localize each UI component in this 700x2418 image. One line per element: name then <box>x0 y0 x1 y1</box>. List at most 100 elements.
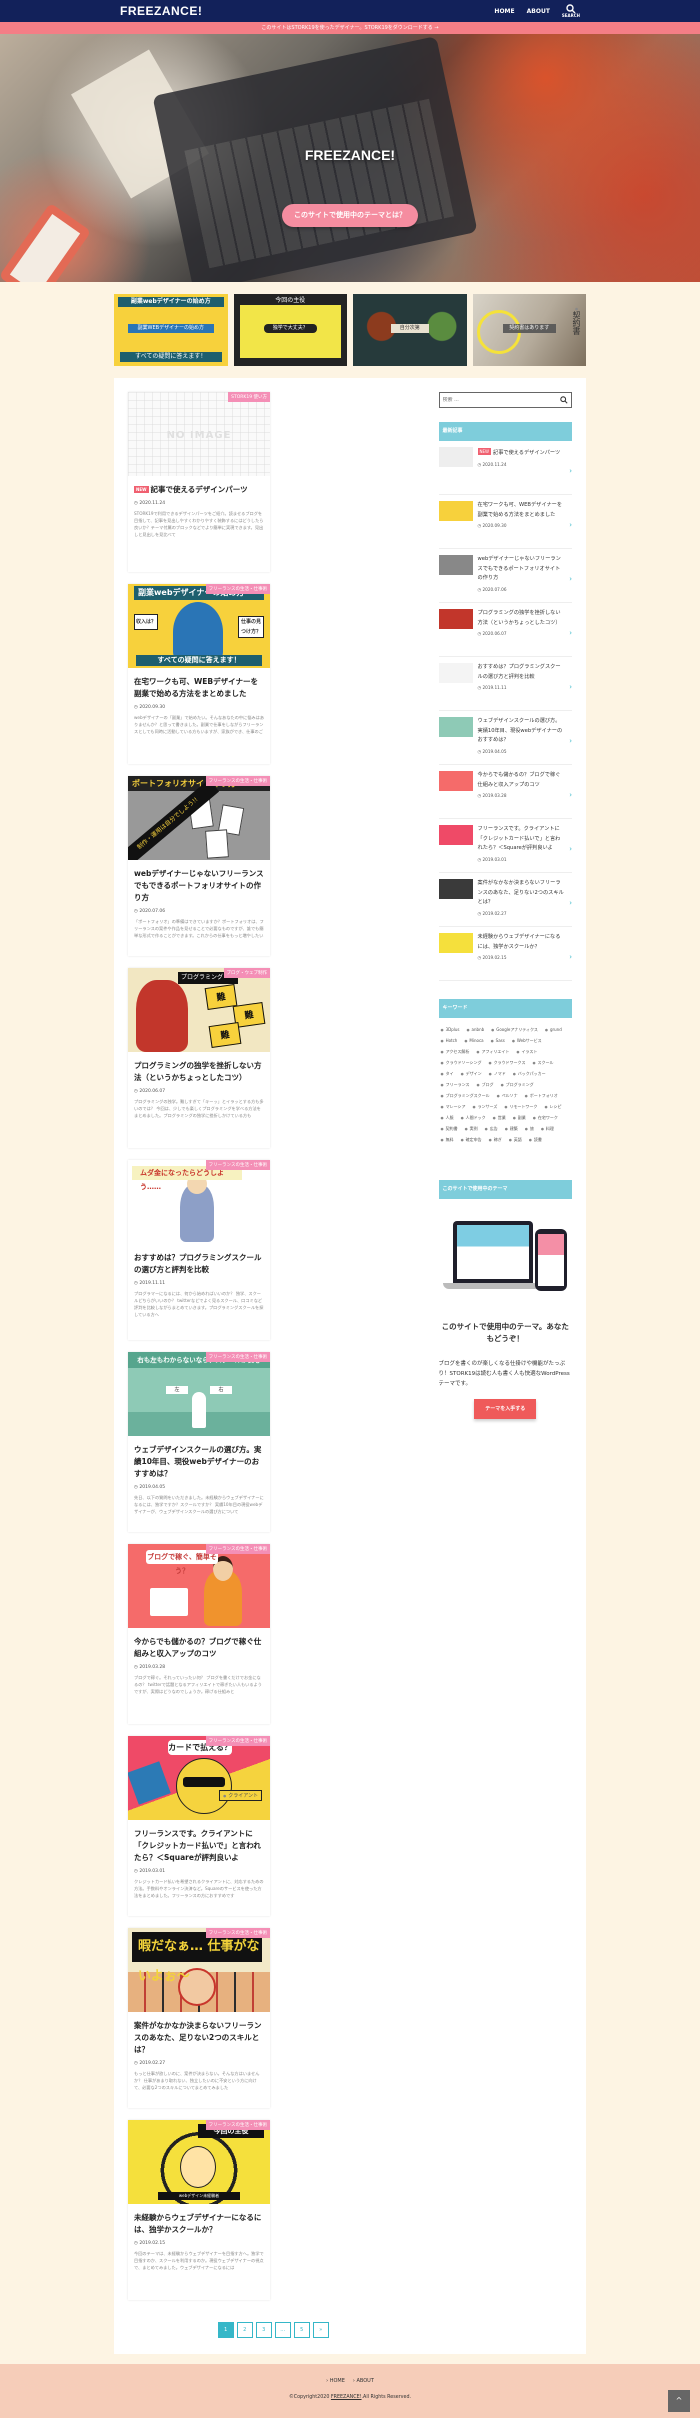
tag-link[interactable]: ポートフォリオ <box>523 1092 560 1100</box>
post-card[interactable]: 副業webデザイナーの始め方 収入は？ 仕事の見つけ方？ すべての疑問に答えます… <box>128 584 270 764</box>
recent-thumbnail <box>438 879 473 899</box>
tag-link[interactable]: タイ <box>439 1070 456 1078</box>
tag-link[interactable]: デザイン <box>459 1070 484 1078</box>
tag-link[interactable]: フリーランス <box>439 1081 472 1089</box>
post-card[interactable]: ムダ金になったらどうしよう…… フリーランスの生活・仕事術 おすすめは？プログラ… <box>128 1160 270 1340</box>
tag-link[interactable]: イラスト <box>514 1048 539 1056</box>
pickup-card[interactable]: 副業webデザイナーの始め方 副業WEBデザイナーの始め方 すべての疑問に答えま… <box>114 294 228 366</box>
tag-link[interactable]: 人脈 <box>439 1114 456 1122</box>
recent-post-item[interactable]: webデザイナーじゃないフリーランスでもできるポートフォリオサイトの作り方 ◷ … <box>438 549 572 603</box>
hero-theme-button[interactable]: このサイトで使用中のテーマとは？ <box>282 204 418 227</box>
tag-link[interactable]: 人間ドック <box>459 1114 488 1122</box>
tag-link[interactable]: 建築 <box>503 1125 520 1133</box>
tag-link[interactable]: アフィリエイト <box>474 1048 511 1056</box>
thumbnail-caption: 右 <box>210 1386 232 1394</box>
post-card[interactable]: カードで払える？ クライアント フリーランスの生活・仕事術 フリーランスです。ク… <box>128 1736 270 1916</box>
search-button[interactable]: SEARCH <box>562 4 580 18</box>
page-next[interactable]: » <box>312 2322 329 2338</box>
get-theme-button[interactable]: テーマを入手する <box>474 1399 537 1419</box>
post-excerpt: ブログで稼ぐ。それっていったい何？ ブログを書くだけでお金になるの？ twitt… <box>134 1675 262 1694</box>
recent-post-item[interactable]: フリーランスです。クライアントに「クレジットカード払いで」と言われたら？＜Squ… <box>438 819 572 873</box>
tag-link[interactable]: ランサーズ <box>471 1103 500 1111</box>
tag-link[interactable]: 3Dplus <box>439 1026 462 1034</box>
tag-link[interactable]: 無料 <box>439 1136 456 1144</box>
post-title: 今からでも儲かるの？ブログで稼ぐ仕組みと収入アップのコツ <box>134 1637 262 1658</box>
tag-link[interactable]: 旅 <box>523 1125 536 1133</box>
recent-post-item[interactable]: 在宅ワークも可、WEBデザイナーを副業で始める方法をまとめました ◷ 2020.… <box>438 495 572 549</box>
nav-about[interactable]: ABOUT <box>527 8 550 15</box>
tag-link[interactable]: 稼ぎ <box>487 1136 504 1144</box>
tag-link[interactable]: ノマド <box>487 1070 508 1078</box>
tag-link[interactable]: 料理 <box>539 1125 556 1133</box>
tag-link[interactable]: 広告 <box>483 1125 500 1133</box>
tag-link[interactable]: スクール <box>530 1059 555 1067</box>
pickup-card[interactable]: 自分次第 <box>353 294 467 366</box>
post-card[interactable]: プログラミング 難 難 難 ブログ・ウェブ制作 プログラミングの独学を挫折しない… <box>128 968 270 1148</box>
post-card[interactable]: 暇だなぁ… 仕事がないよぉ～ フリーランスの生活・仕事術 案件がなかなか決まらな… <box>128 1928 270 2108</box>
recent-post-item[interactable]: NEW 記事で使えるデザインパーツ ◷ 2020.11.24 › <box>438 441 572 495</box>
chevron-right-icon: › <box>569 575 572 583</box>
search-icon[interactable] <box>560 396 568 404</box>
post-card[interactable]: ブログで稼ぐ、簡単そう？ フリーランスの生活・仕事術 今からでも儲かるの？ブログ… <box>128 1544 270 1724</box>
chevron-right-icon: › <box>569 845 572 853</box>
info-bar[interactable]: このサイトはSTORK19を使ったデザイナー。STORK19をダウンロードする … <box>0 22 700 34</box>
sidebar-search <box>438 392 572 408</box>
post-title: ウェブデザインスクールの選び方。実績10年目、現役webデザイナーのおすすめは？ <box>134 1445 262 1478</box>
recent-post-title: webデザイナーじゃないフリーランスでもできるポートフォリオサイトの作り方 <box>477 556 561 581</box>
page-3[interactable]: 3 <box>255 2322 272 2338</box>
tag-link[interactable]: 副業 <box>511 1114 528 1122</box>
tag-link[interactable]: バックパッカー <box>511 1070 548 1078</box>
tag-link[interactable]: クラウドワークス <box>487 1059 528 1067</box>
recent-post-item[interactable]: おすすめは？プログラミングスクールの選び方と評判を比較 ◷ 2019.11.11… <box>438 657 572 711</box>
tag-link[interactable]: Googleアナリティクス <box>489 1026 540 1034</box>
category-label: ブログ・ウェブ制作 <box>223 968 270 978</box>
post-card[interactable]: 今回の主役 webデザイン未経験者 フリーランスの生活・仕事術 未経験からウェブ… <box>128 2120 270 2300</box>
tag-link[interactable]: プログラミング <box>499 1081 536 1089</box>
site-logo[interactable]: FREEZANCE! <box>120 4 202 18</box>
page-2[interactable]: 2 <box>236 2322 253 2338</box>
footer-link-home[interactable]: › HOME <box>326 2378 345 2384</box>
tag-link[interactable]: プログラミングスクール <box>439 1092 492 1100</box>
post-card[interactable]: 右も左もわからないなら、スクールが安心 左 右 フリーランスの生活・仕事術 ウェ… <box>128 1352 270 1532</box>
search-input[interactable] <box>442 397 560 403</box>
pickup-card[interactable]: 契約書はあります 契約書 <box>472 294 586 366</box>
site-header: FREEZANCE! HOME ABOUT SEARCH <box>0 0 700 22</box>
tag-link[interactable]: Sass <box>489 1037 507 1045</box>
post-title: 在宅ワークも可、WEBデザイナーを副業で始める方法をまとめました <box>134 677 258 698</box>
footer-link-about[interactable]: › ABOUT <box>353 2378 374 2384</box>
tag-link[interactable]: 英語 <box>507 1136 524 1144</box>
tag-link[interactable]: 契約書 <box>439 1125 460 1133</box>
category-label: フリーランスの生活・仕事術 <box>205 1160 270 1170</box>
tag-link[interactable]: Minoca <box>462 1037 485 1045</box>
nav-home[interactable]: HOME <box>494 8 514 15</box>
tag-link[interactable]: 確定申告 <box>459 1136 484 1144</box>
tag-link[interactable]: 在宅ワーク <box>531 1114 560 1122</box>
tag-link[interactable]: Hotch <box>439 1037 460 1045</box>
tag-link[interactable]: grund <box>543 1026 564 1034</box>
recent-post-item[interactable]: 案件がなかなか決まらないフリーランスのあなた、足りない2つのスキルとは？ ◷ 2… <box>438 873 572 927</box>
tag-link[interactable]: 実例 <box>463 1125 480 1133</box>
tag-link[interactable]: anbnb <box>464 1026 486 1034</box>
recent-post-item[interactable]: ウェブデザインスクールの選び方。実績10年目、現役webデザイナーのおすすめは？… <box>438 711 572 765</box>
tag-link[interactable]: ペルソナ <box>495 1092 520 1100</box>
recent-post-item[interactable]: プログラミングの独学を挫折しない方法（というかちょっとしたコツ） ◷ 2020.… <box>438 603 572 657</box>
post-card[interactable]: NO IMAGE STORK19 使い方 NEW 記事で使えるデザインパーツ ◷ … <box>128 392 270 572</box>
recent-post-item[interactable]: 未経験からウェブデザイナーになるには、独学かスクールか？ ◷ 2019.02.1… <box>438 927 572 981</box>
tag-link[interactable]: ブログ <box>475 1081 496 1089</box>
tag-link[interactable]: 営業 <box>491 1114 508 1122</box>
back-to-top-button[interactable]: ^ <box>668 2390 690 2412</box>
recent-post-item[interactable]: 今からでも儲かるの？ブログで稼ぐ仕組みと収入アップのコツ ◷ 2019.03.2… <box>438 765 572 819</box>
page-1[interactable]: 1 <box>217 2322 234 2338</box>
tag-link[interactable]: リモートワーク <box>502 1103 539 1111</box>
tag-link[interactable]: レシピ <box>542 1103 563 1111</box>
tag-link[interactable]: クラウドソーシング <box>439 1059 484 1067</box>
tag-link[interactable]: Webサービス <box>510 1037 544 1045</box>
recent-post-title: フリーランスです。クライアントに「クレジットカード払いで」と言われたら？＜Squ… <box>477 826 561 851</box>
tag-link[interactable]: アクセス解析 <box>439 1048 472 1056</box>
pickup-card[interactable]: 今回の主役 独学で大丈夫？ <box>233 294 347 366</box>
copyright-link[interactable]: FREEZANCE! <box>331 2395 362 2400</box>
page-5[interactable]: 5 <box>293 2322 310 2338</box>
tag-link[interactable]: マレーシア <box>439 1103 468 1111</box>
post-card[interactable]: ポートフォリオサイト作り方 制作・運用は自分でしよう!! フリーランスの生活・仕… <box>128 776 270 956</box>
tag-link[interactable]: 読書 <box>527 1136 544 1144</box>
